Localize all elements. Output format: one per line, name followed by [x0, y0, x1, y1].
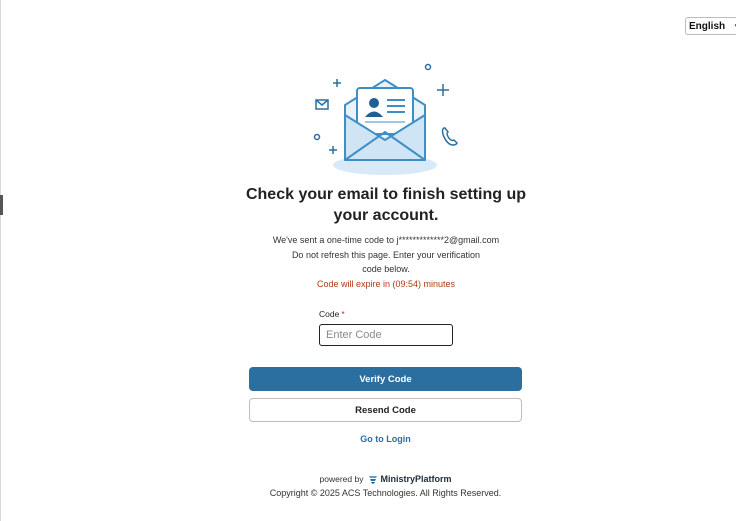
copyright: Copyright © 2025 ACS Technologies. All R… — [269, 488, 502, 498]
refresh-warning-cont: code below. — [362, 264, 410, 274]
required-marker: * — [341, 309, 345, 319]
verify-code-button[interactable]: Verify Code — [249, 367, 522, 391]
code-input[interactable] — [319, 324, 453, 346]
ministryplatform-logo-icon — [369, 476, 378, 484]
sent-notice: We've sent a one-time code to j*********… — [272, 235, 500, 245]
language-selected: English — [689, 20, 726, 32]
powered-by: powered by MinistryPlatform — [319, 474, 452, 484]
code-label: Code * — [319, 309, 345, 319]
refresh-warning: Do not refresh this page. Enter your ver… — [291, 249, 481, 260]
phone-icon — [441, 127, 458, 146]
left-tick — [0, 195, 3, 215]
instruction-message: We've sent a one-time code to j*********… — [240, 233, 532, 291]
expiry-timer: Code will expire in (09:54) minutes — [316, 278, 456, 289]
mail-icon — [315, 99, 329, 110]
envelope-illustration — [313, 63, 458, 175]
brand-logo: MinistryPlatform — [368, 474, 451, 484]
language-select[interactable]: English ▼ — [685, 17, 736, 35]
go-to-login-link[interactable]: Go to Login — [249, 434, 522, 444]
page-title: Check your email to finish setting up yo… — [245, 186, 527, 224]
resend-code-button[interactable]: Resend Code — [249, 398, 522, 422]
left-border — [0, 0, 1, 521]
